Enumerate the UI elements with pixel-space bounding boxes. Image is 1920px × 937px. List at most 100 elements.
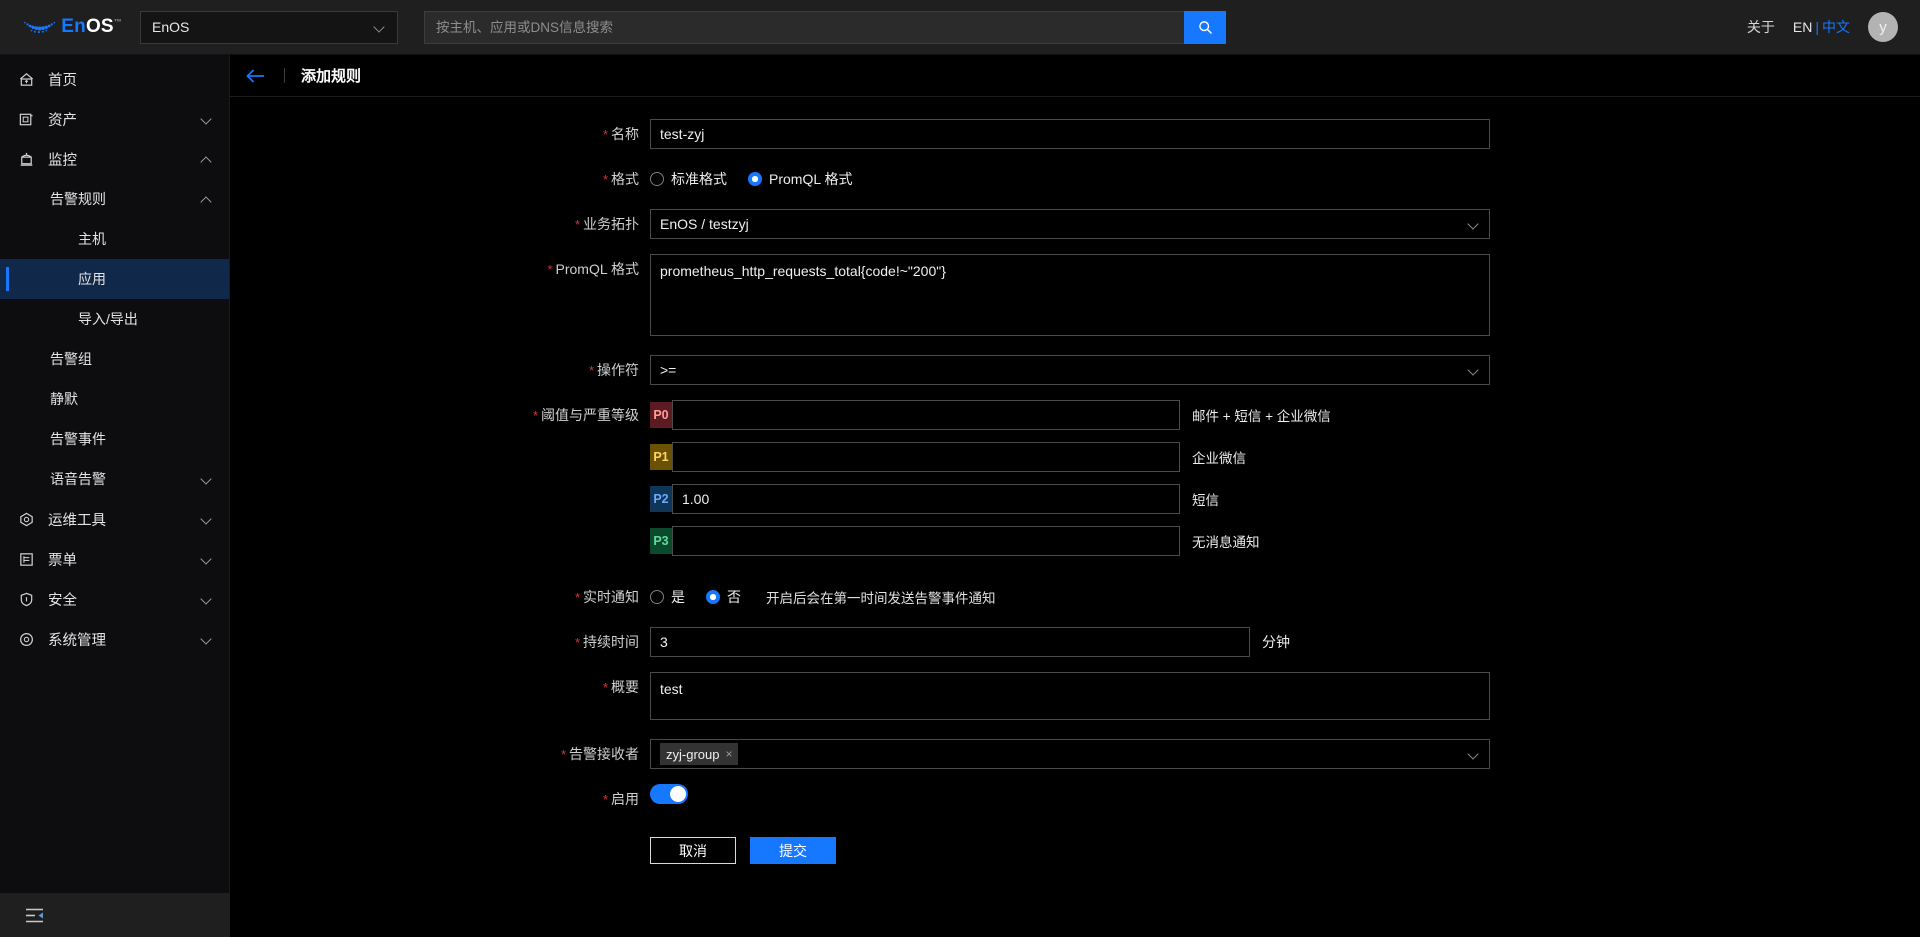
- ticket-icon: [18, 549, 38, 569]
- radio-standard-format[interactable]: [650, 172, 664, 186]
- home-icon: [18, 69, 38, 89]
- field-duration: *持续时间 分钟: [230, 627, 1920, 658]
- field-severity: *阈值与严重等级 P0 邮件 + 短信 + 企业微信 P1 企业微信 P2 短信 P3 无消息…: [230, 400, 1920, 568]
- about-link[interactable]: 关于: [1747, 17, 1775, 37]
- severity-threshold-input-p3[interactable]: [672, 526, 1180, 556]
- sidebar-item-6[interactable]: 导入/导出: [0, 299, 229, 339]
- sidebar-item-8[interactable]: 静默: [0, 379, 229, 419]
- sidebar-item-4[interactable]: 主机: [0, 219, 229, 259]
- sidebar-item-2[interactable]: 监控: [0, 139, 229, 179]
- sidebar-item-13[interactable]: 安全: [0, 579, 229, 619]
- language-switcher[interactable]: EN | 中文: [1793, 17, 1850, 37]
- environment-selector[interactable]: EnOS: [140, 10, 398, 44]
- field-promql-label: * PromQL 格式: [230, 254, 650, 285]
- severity-threshold-input-p0[interactable]: [672, 400, 1180, 430]
- cancel-button[interactable]: 取消: [650, 837, 736, 864]
- severity-threshold-input-p2[interactable]: [672, 484, 1180, 514]
- monitor-icon: [18, 149, 38, 169]
- settings-icon: [18, 629, 38, 649]
- lang-cn[interactable]: 中文: [1822, 19, 1850, 35]
- sidebar-item-3[interactable]: 告警规则: [0, 179, 229, 219]
- search-button[interactable]: [1184, 10, 1226, 44]
- radio-realtime-yes[interactable]: [650, 590, 664, 604]
- required-marker: *: [602, 792, 608, 807]
- chevron-down-icon: [1469, 219, 1480, 230]
- receivers-select[interactable]: zyj-group ×: [650, 739, 1490, 769]
- required-marker: *: [574, 590, 580, 605]
- close-icon[interactable]: ×: [725, 747, 732, 761]
- sidebar-nav: 首页资产监控告警规则主机应用导入/导出告警组 静默告警事件语音告警 运维工具票单安全…: [0, 55, 229, 893]
- toggle-knob: [670, 786, 686, 802]
- promql-textarea[interactable]: prometheus_http_requests_total{code!~"20…: [650, 254, 1490, 336]
- duration-input[interactable]: [650, 627, 1250, 657]
- global-search: [424, 10, 1226, 44]
- format-radio-group: 标准格式 PromQL 格式: [650, 164, 1920, 194]
- environment-selector-value: EnOS: [152, 19, 190, 35]
- radio-realtime-yes-label[interactable]: 是: [671, 587, 685, 607]
- receiver-tag[interactable]: zyj-group ×: [660, 743, 739, 765]
- logo-text: EnOS™: [61, 16, 122, 38]
- severity-threshold-input-p1[interactable]: [672, 442, 1180, 472]
- logo-text-os: OS: [85, 16, 114, 37]
- menu-fold-icon: [26, 908, 43, 922]
- sidebar-collapse-button[interactable]: [0, 893, 230, 937]
- submit-button[interactable]: 提交: [750, 837, 836, 864]
- tools-icon: [18, 509, 38, 529]
- form-actions: 取消 提交: [650, 829, 1920, 864]
- field-realtime-label: * 实时通知: [230, 582, 650, 613]
- topology-select[interactable]: EnOS / testzyj: [650, 209, 1490, 239]
- sidebar-item-label: 票单: [48, 552, 77, 569]
- operator-select[interactable]: >=: [650, 355, 1490, 385]
- lang-separator: |: [1815, 19, 1819, 35]
- sidebar-item-label: 导入/导出: [78, 311, 138, 327]
- back-button[interactable]: [246, 65, 268, 87]
- enabled-toggle[interactable]: [650, 784, 688, 804]
- field-summary-label-text: 概要: [611, 679, 639, 695]
- summary-textarea[interactable]: test: [650, 672, 1490, 720]
- field-format-label: * 格式: [230, 164, 650, 195]
- search-icon: [1198, 20, 1212, 34]
- sidebar-item-1[interactable]: 资产: [0, 99, 229, 139]
- realtime-radio-group: 是 否 开启后会在第一时间发送告警事件通知: [650, 582, 1920, 612]
- sidebar-item-0[interactable]: 首页: [0, 59, 229, 99]
- radio-promql-format-label[interactable]: PromQL 格式: [769, 169, 853, 189]
- chevron-up-icon: [201, 193, 213, 205]
- severity-note-p2: 短信: [1192, 493, 1219, 508]
- sidebar-item-label: 首页: [48, 72, 77, 89]
- radio-standard-format-label[interactable]: 标准格式: [671, 169, 727, 189]
- sidebar-item-14[interactable]: 系统管理: [0, 619, 229, 659]
- lang-en[interactable]: EN: [1793, 19, 1812, 35]
- chevron-down-icon: [201, 553, 213, 565]
- avatar[interactable]: y: [1868, 12, 1898, 42]
- rule-form: *名称 *格式 标准格式 PromQL 格式 *业务拓扑 EnOS: [230, 97, 1920, 864]
- sidebar-item-label: 资产: [48, 112, 77, 129]
- field-receivers-label-text: 告警接收者: [569, 746, 639, 762]
- sidebar-item-label: 应用: [78, 271, 106, 287]
- sidebar-item-label: 告警规则: [50, 191, 106, 207]
- field-realtime-label-text: 实时通知: [583, 589, 639, 605]
- chevron-down-icon: [1469, 749, 1480, 760]
- field-receivers: * 告警接收者 zyj-group ×: [230, 739, 1920, 770]
- sidebar-item-9[interactable]: 告警事件: [0, 419, 229, 459]
- sidebar-item-12[interactable]: 票单: [0, 539, 229, 579]
- sidebar-item-5[interactable]: 应用: [0, 259, 229, 299]
- sidebar-item-10[interactable]: 语音告警: [0, 459, 229, 499]
- name-input[interactable]: [650, 119, 1490, 149]
- radio-promql-format[interactable]: [748, 172, 762, 186]
- sidebar: 首页资产监控告警规则主机应用导入/导出告警组 静默告警事件语音告警 运维工具票单安全…: [0, 55, 230, 937]
- sidebar-item-label: 安全: [48, 592, 77, 609]
- sidebar-item-7[interactable]: 告警组: [0, 339, 229, 379]
- sidebar-item-11[interactable]: 运维工具: [0, 499, 229, 539]
- header-divider: [284, 68, 285, 83]
- field-topology: * 业务拓扑 EnOS / testzyj: [230, 209, 1920, 240]
- radio-realtime-no[interactable]: [706, 590, 720, 604]
- main-content: 添加规则 *名称 *格式 标准格式 PromQL 格式 *业务拓扑: [230, 55, 1920, 937]
- sidebar-item-label: 告警事件: [50, 431, 106, 447]
- severity-note-p0: 邮件 + 短信 + 企业微信: [1192, 409, 1331, 424]
- logo-trademark: ™: [113, 17, 122, 27]
- field-enabled-label: * 启用: [230, 784, 650, 815]
- app-logo[interactable]: EnOS™: [22, 16, 122, 38]
- search-input[interactable]: [424, 10, 1184, 44]
- field-severity-label-text: 阈值与严重等级: [541, 407, 639, 423]
- radio-realtime-no-label[interactable]: 否: [727, 587, 741, 607]
